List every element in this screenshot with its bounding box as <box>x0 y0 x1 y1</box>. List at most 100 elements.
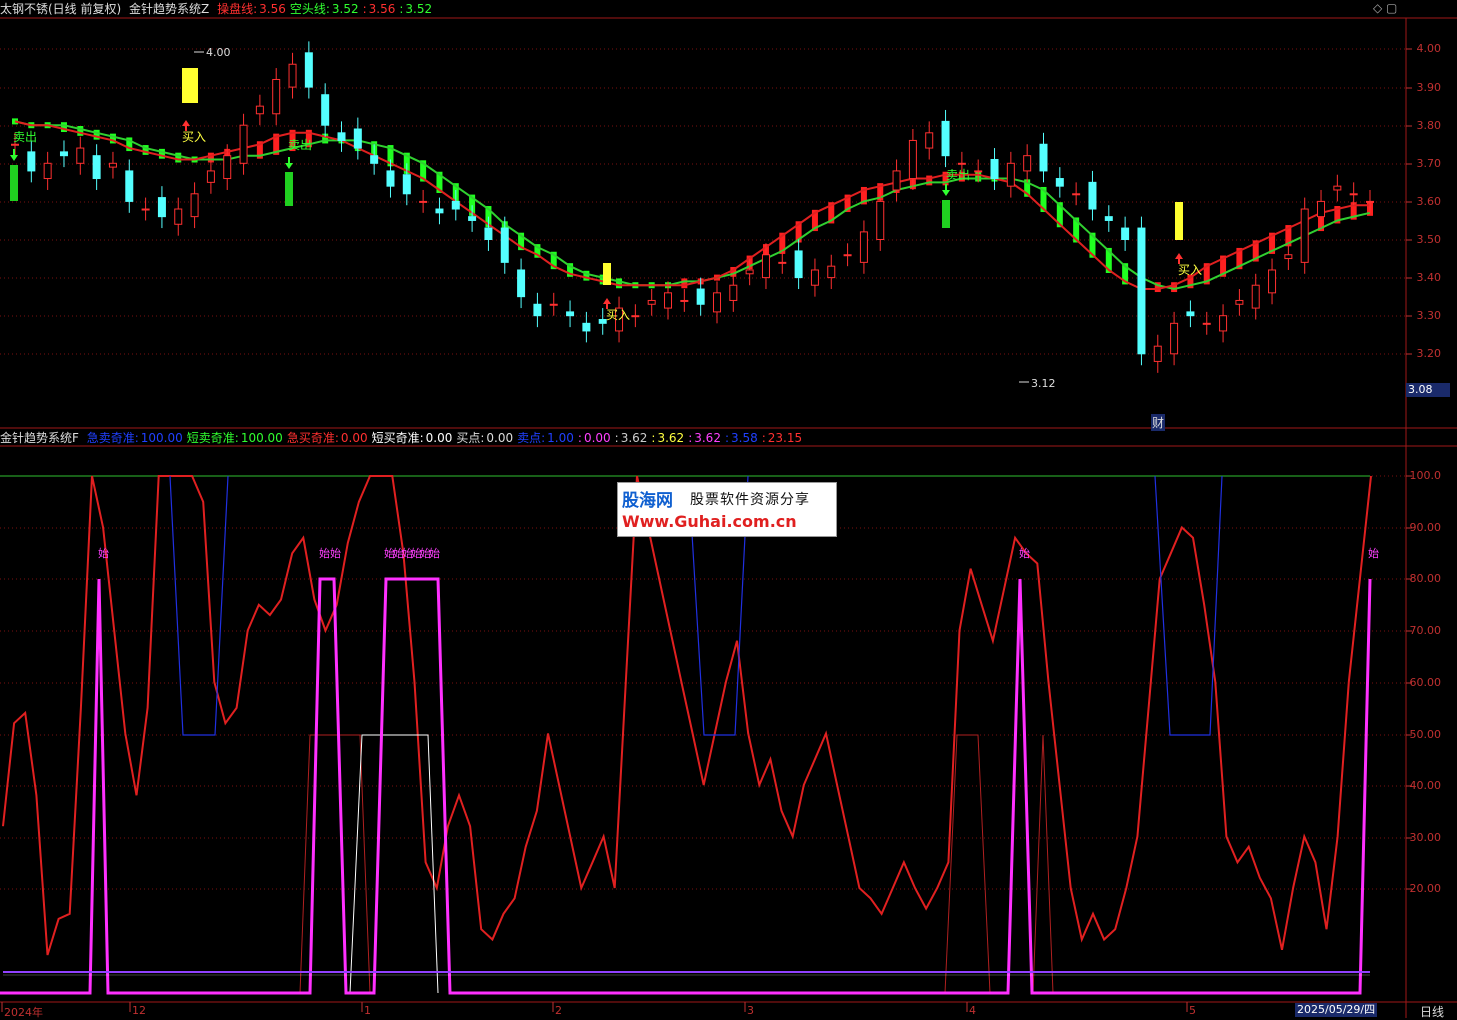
top-header-value: 3.52 <box>331 2 359 16</box>
candle-body <box>1333 185 1342 191</box>
window-controls[interactable]: ◇ ▢ <box>1373 1 1397 15</box>
bottom-header-value: 0.00 <box>340 431 368 445</box>
bottom-header-label: 短买奇准: <box>371 431 424 445</box>
osc-red-line <box>2 475 1372 956</box>
sell-arrow <box>942 184 950 196</box>
ribbon-bar <box>681 278 688 289</box>
candle-body <box>794 250 803 279</box>
watermark-url: Www.Guhai.com.cn <box>622 512 797 531</box>
bottom-header-label: 急买奇准: <box>286 431 339 445</box>
bottom-header-label: : <box>688 431 693 445</box>
candle-body <box>680 299 689 302</box>
top-header-label: : <box>362 2 367 16</box>
candle-body <box>1219 315 1228 332</box>
candle-body <box>892 170 901 191</box>
price-axis-tick: 3.70 <box>1416 157 1442 170</box>
candle-body <box>337 132 346 141</box>
top-indicator-name[interactable]: 金针趋势系统Z <box>129 2 209 16</box>
candle-body <box>321 94 330 126</box>
candle-body <box>353 128 362 149</box>
price-axis-tick: 3.60 <box>1416 195 1442 208</box>
candle-body <box>664 292 673 309</box>
date-axis-tick: 3 <box>747 1004 754 1017</box>
sell-arrow <box>285 157 293 169</box>
osc-axis-tick: 20.00 <box>1409 882 1442 895</box>
candle-body <box>1284 254 1293 260</box>
high-annotation: 4.00 <box>206 46 231 59</box>
signal-candle <box>190 68 198 103</box>
candle-body <box>402 174 411 195</box>
candle-body <box>157 197 166 218</box>
bottom-header-value: 3.62 <box>694 431 721 445</box>
candle-body <box>1153 345 1162 362</box>
candle-body <box>566 311 575 317</box>
bottom-header-value: 3.58 <box>731 431 758 445</box>
candle-body <box>1137 227 1146 355</box>
period-label[interactable]: 日线 <box>1420 1003 1444 1020</box>
candle-body <box>92 155 101 180</box>
candle-body <box>941 120 950 157</box>
bottom-header-value: 23.15 <box>767 431 803 445</box>
start-marker: 始始始始始始 <box>384 547 440 560</box>
ribbon-bar <box>60 122 67 133</box>
top-header: 太钢不锈(日线 前复权) 金针趋势系统Z 操盘线: 3.56 空头线: 3.52:3.… <box>0 0 440 18</box>
price-axis-tick: 4.00 <box>1416 42 1442 55</box>
candle-body <box>1039 143 1048 172</box>
candle-body <box>141 208 150 211</box>
stock-title[interactable]: 太钢不锈(日线 前复权) <box>0 2 121 16</box>
candle-body <box>419 200 428 203</box>
bottom-header-value: 100.00 <box>240 431 283 445</box>
watermark-slogan: 股票软件资源分享 <box>690 492 810 508</box>
price-axis-tick: 3.80 <box>1416 119 1442 132</box>
top-header-value: 3.56 <box>259 2 286 16</box>
candle-body <box>517 269 526 298</box>
candle-body <box>435 208 444 214</box>
candle-body <box>1349 193 1358 196</box>
sell-label: 卖出 <box>13 130 38 144</box>
bottom-header-label: 买点: <box>456 431 485 445</box>
candle-body <box>1170 322 1179 355</box>
candle-body <box>190 193 199 218</box>
candle-body <box>76 147 85 164</box>
candle-body <box>729 284 738 301</box>
candle-body <box>957 162 966 165</box>
signal-candle <box>603 263 611 285</box>
bottom-header-label: 急卖奇准: <box>86 431 139 445</box>
candle-body <box>1088 181 1097 210</box>
fin-marker[interactable]: 财 <box>1151 414 1166 431</box>
bear-line <box>14 120 1371 291</box>
date-axis-tick: 1 <box>364 1004 371 1017</box>
price-axis-tick: 3.50 <box>1416 233 1442 246</box>
candle-body <box>370 155 379 164</box>
osc-axis-tick: 30.00 <box>1409 831 1442 844</box>
buy-label: 买入 <box>182 130 207 144</box>
candle-body <box>843 254 852 257</box>
bottom-header-value: 1.00 <box>547 431 574 445</box>
candle-body <box>1055 178 1064 187</box>
bottom-header-label: : <box>651 431 656 445</box>
candle-body <box>1300 208 1309 263</box>
osc-white-line <box>349 734 439 994</box>
candle-body <box>827 265 836 279</box>
start-marker: 始始 <box>319 547 341 560</box>
price-axis-tick: 3.40 <box>1416 271 1442 284</box>
osc-axis-tick: 90.00 <box>1409 521 1442 534</box>
candle-body <box>500 227 509 263</box>
top-header-value: 3.56 <box>368 2 396 16</box>
date-axis-tick: 12 <box>132 1004 146 1017</box>
osc-axis-tick: 60.00 <box>1409 676 1442 689</box>
candle-body <box>908 139 917 180</box>
osc-axis-tick: 40.00 <box>1409 779 1442 792</box>
bottom-header-value: 3.62 <box>657 431 685 445</box>
ribbon-bar <box>616 278 623 289</box>
low-annotation: 3.12 <box>1031 377 1056 390</box>
price-axis-tick: 3.30 <box>1416 309 1442 322</box>
candle-body <box>778 261 787 264</box>
candle-body <box>1121 227 1130 241</box>
bottom-indicator-name[interactable]: 金针趋势系统F <box>0 431 79 445</box>
signal-candle <box>182 68 190 103</box>
candle-body <box>696 288 705 305</box>
candle-body <box>125 170 134 202</box>
candle-body <box>239 124 248 164</box>
signal-candle <box>285 172 293 206</box>
